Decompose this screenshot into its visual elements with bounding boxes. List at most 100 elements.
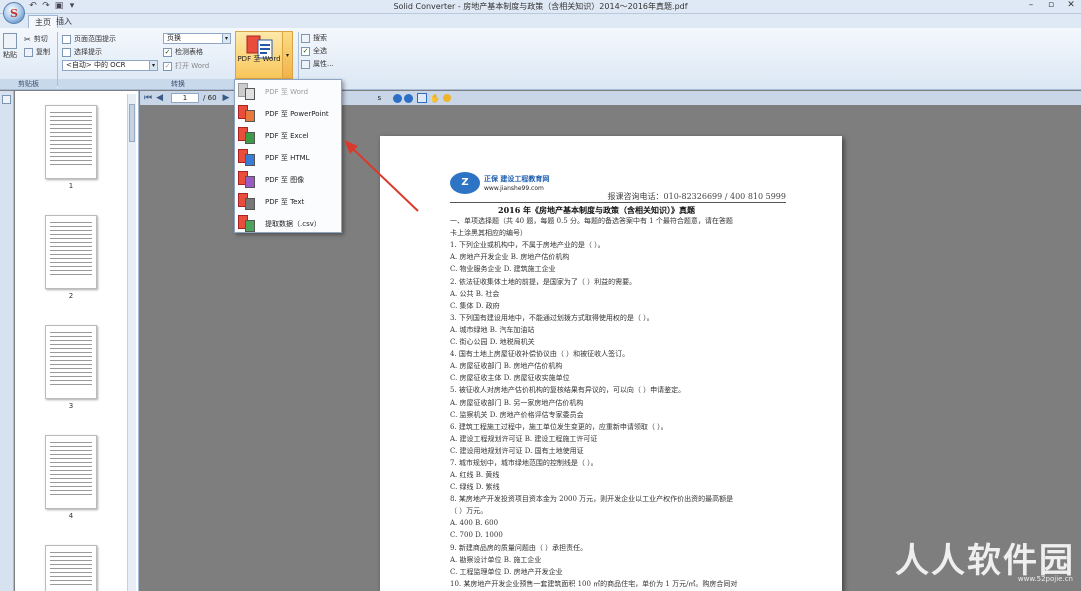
document-line: 10. 某房地产开发企业预售一套建筑面积 100 ㎡的商品住宅，单价为 1 万元… <box>450 580 738 588</box>
chevron-down-icon: ▾ <box>149 61 157 70</box>
menu-item-pdf-to-image[interactable]: PDF 至 图像 <box>236 169 340 190</box>
document-line: C. 房屋征收主体 D. 房屋征收实施单位 <box>450 374 570 383</box>
menu-item-label: PDF 至 PowerPoint <box>265 109 329 118</box>
first-page-icon[interactable]: ⏮ <box>144 93 152 103</box>
pdf-to-text-icon <box>238 192 256 211</box>
page-range-checkbox[interactable]: 页面范围提示 <box>62 34 116 44</box>
pdf-page: Z 正保 建设工程教育网 www.jianshe99.com 报课咨询电话：01… <box>380 136 842 591</box>
document-line: 8. 某房地产开发投资项目资本金为 2000 万元，则开发企业以工业产权作价出资… <box>450 495 734 504</box>
paste-icon <box>3 33 17 49</box>
pdf-to-word-icon <box>238 82 256 101</box>
zoom-in-icon[interactable] <box>393 93 403 103</box>
document-line: A. 公共 B. 社会 <box>450 289 500 298</box>
document-line: A. 房地产开发企业 B. 房地产估价机构 <box>450 253 570 262</box>
menu-item-label: 提取数据（.csv） <box>265 219 321 228</box>
detect-tables-checkbox[interactable]: ✓ 检测表格 <box>163 47 203 57</box>
select-all-button[interactable]: ✓ 全选 <box>301 46 327 56</box>
pdf-to-word-dropdown-arrow[interactable]: ▾ <box>283 31 293 79</box>
document-line: 3. 下列国有建设用地中，不能通过划拨方式取得使用权的是（ ）。 <box>450 313 654 322</box>
document-line: A. 红线 B. 黄线 <box>450 471 500 480</box>
document-line: 一、单项选择题（共 40 题，每题 0.5 分。每题的备选答案中有 1 个最符合… <box>450 217 733 225</box>
document-line: C. 街心公园 D. 地税局机关 <box>450 338 535 346</box>
document-line: 卡上涂黑其相应的编号） <box>450 229 527 238</box>
restore-button[interactable]: ▫ <box>1045 0 1057 10</box>
page-thumbnail[interactable] <box>45 325 97 399</box>
pages-panel-icon[interactable] <box>2 95 11 104</box>
layout-select-value: 页换 <box>167 34 181 42</box>
document-line: C. 建设用地规划许可证 D. 国有土地使用证 <box>450 446 584 455</box>
select-all-label: 全选 <box>313 47 327 55</box>
search-button[interactable]: 搜索 <box>301 33 327 43</box>
pdf-to-image-icon <box>238 170 256 189</box>
ocr-select-value: <自动> 中的 OCR <box>66 61 126 69</box>
prev-page-icon[interactable]: ◀ <box>156 93 163 103</box>
binoculars-icon <box>301 33 310 43</box>
document-line: 1. 下列企业或机构中，不属于房地产业的是（ ）。 <box>450 241 605 250</box>
document-line: 4. 国有土地上房屋征收补偿协议由（ ）和被征收人签订。 <box>450 350 630 359</box>
watermark-url: www.52pojie.cn <box>1017 575 1073 583</box>
ribbon-tabs: 主页 插入 <box>0 14 1081 28</box>
window-title: Solid Converter - 房地产基本制度与政策（含相关知识）2014～… <box>393 2 688 11</box>
close-button[interactable]: ✕ <box>1065 0 1077 10</box>
logo-name: 正保 建设工程教育网 <box>484 175 550 183</box>
checkmark-icon: ✓ <box>163 47 172 57</box>
app-menu-button[interactable]: S <box>3 2 25 24</box>
document-line: A. 城市绿地 B. 汽车加油站 <box>450 325 535 334</box>
menu-item-pdf-to-powerpoint[interactable]: PDF 至 PowerPoint <box>236 103 340 124</box>
checkbox-icon <box>62 34 71 44</box>
cut-button[interactable]: ✂ 剪切 <box>24 34 48 44</box>
menu-item-pdf-to-text[interactable]: PDF 至 Text <box>236 191 340 212</box>
next-page-icon[interactable]: ▶ <box>223 93 230 103</box>
ocr-select[interactable]: <自动> 中的 OCR ▾ <box>62 60 158 71</box>
tab-insert[interactable]: 插入 <box>50 15 78 28</box>
zoom-suffix: s <box>377 94 382 102</box>
open-word-checkbox[interactable]: ✓ 打开 Word <box>163 61 209 71</box>
app-logo-letter: S <box>10 6 18 20</box>
select-hint-checkbox[interactable]: 选择提示 <box>62 47 102 57</box>
menu-item-pdf-to-html[interactable]: PDF 至 HTML <box>236 147 340 168</box>
page-thumbnail[interactable] <box>45 435 97 509</box>
open-word-label: 打开 Word <box>175 62 210 70</box>
zoom-out-icon[interactable] <box>404 93 414 103</box>
hotline-text: 报课咨询电话：010-82326699 / 400 810 5999 <box>607 192 786 201</box>
menu-item-pdf-to-word[interactable]: PDF 至 Word <box>236 81 340 102</box>
extract-csv-icon <box>238 214 256 233</box>
layout-select[interactable]: 页换 ▾ <box>163 33 231 44</box>
document-line: A. 勘察设计单位 B. 施工企业 <box>450 555 542 564</box>
document-line: 9. 新建商品房的质量问题由（ ）承担责任。 <box>450 543 588 552</box>
title-bar: ↶ ↷ ▣ ▾ Solid Converter - 房地产基本制度与政策（含相关… <box>0 0 1081 14</box>
document-line: C. 700 D. 1000 <box>450 530 503 539</box>
page-number-input[interactable]: 1 <box>171 93 200 103</box>
menu-item-label: PDF 至 Text <box>265 197 305 206</box>
copy-label: 复制 <box>36 48 50 56</box>
cut-label: 剪切 <box>33 35 48 43</box>
page-thumbnail[interactable] <box>45 105 97 179</box>
document-line: C. 物业服务企业 D. 建筑施工企业 <box>450 265 556 274</box>
document-line: 6. 建筑工程施工过程中，施工单位发生变更的，应重新申请领取（ ）。 <box>450 422 668 431</box>
thumbnail-number: 2 <box>68 292 74 300</box>
document-line: C. 绿线 D. 紫线 <box>450 483 500 492</box>
menu-item-extract-data-csv[interactable]: 提取数据（.csv） <box>236 213 340 234</box>
ribbon-separator <box>57 32 58 86</box>
snapshot-icon[interactable] <box>443 94 452 102</box>
paste-button[interactable]: 粘贴 <box>3 33 17 60</box>
copy-icon <box>24 47 33 57</box>
properties-button[interactable]: 属性... <box>301 59 334 69</box>
thumbnail-scrollbar[interactable] <box>127 94 136 591</box>
hand-tool-icon[interactable]: ✋ <box>430 94 440 103</box>
document-line: 2. 依法征收集体土地的前提，是国家为了（ ）利益的需要。 <box>450 277 637 286</box>
minimize-button[interactable]: – <box>1025 0 1037 10</box>
select-tool-icon[interactable] <box>417 93 428 103</box>
page-thumbnail[interactable] <box>45 215 97 289</box>
page-thumbnail[interactable] <box>45 545 97 591</box>
scrollbar-thumb[interactable] <box>129 104 135 142</box>
copy-button[interactable]: 复制 <box>24 47 50 57</box>
pdf-to-powerpoint-icon <box>238 104 256 123</box>
detect-tables-label: 检测表格 <box>175 48 203 56</box>
pdf-to-word-button[interactable]: PDF 至 Word <box>235 31 283 79</box>
left-tool-strip <box>0 91 14 591</box>
ribbon-separator <box>298 32 299 86</box>
window-controls: – ▫ ✕ <box>1025 0 1077 10</box>
menu-item-pdf-to-excel[interactable]: PDF 至 Excel <box>236 125 340 146</box>
select-all-icon: ✓ <box>301 46 310 56</box>
